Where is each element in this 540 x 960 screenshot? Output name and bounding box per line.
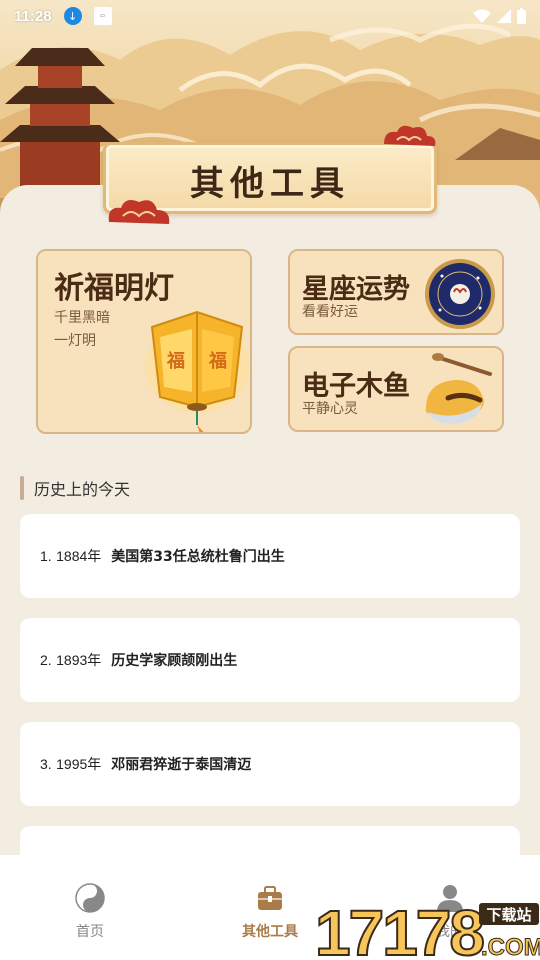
history-index: 1. — [40, 548, 52, 564]
zodiac-wheel-icon — [425, 259, 495, 329]
history-heading: 历史上的今天 — [34, 480, 131, 499]
history-section-header: 历史上的今天 — [20, 476, 130, 500]
lantern-char-right: 福 — [208, 350, 227, 372]
download-notification-icon: ↓ — [63, 7, 82, 25]
history-item[interactable]: 1. 1884年 美国第33任总统杜鲁门出生 — [20, 514, 520, 598]
wooden-fish-icon — [425, 353, 492, 424]
lamp-tool-card[interactable]: 祈福明灯 千里黑暗 一灯明 福 福 — [36, 249, 252, 434]
svg-text:下载站: 下载站 — [486, 906, 531, 924]
battery-icon — [517, 8, 526, 24]
tab-home[interactable]: 首页 — [45, 883, 135, 941]
lantern-icon: 福 福 — [145, 310, 249, 432]
history-event: 邓丽君猝逝于泰国清迈 — [111, 757, 252, 773]
status-bar: 11:28 ↓ ▭ — [0, 0, 540, 32]
cloud-ornament-icon — [108, 200, 170, 224]
site-watermark-logo: 17178 下载站 .COM — [315, 897, 540, 960]
svg-text:17178: 17178 — [315, 897, 483, 960]
yin-yang-icon — [75, 883, 105, 913]
lamp-subtitle-line2: 一灯明 — [54, 333, 96, 349]
lamp-title: 祈福明灯 — [54, 271, 174, 306]
woodfish-subtitle: 平静心灵 — [302, 401, 358, 417]
history-event: 美国第33任总统杜鲁门出生 — [111, 549, 285, 565]
history-event: 历史学家顾颉刚出生 — [111, 653, 238, 669]
tab-home-label: 首页 — [76, 924, 104, 940]
horoscope-tool-card[interactable]: 星座运势 看看好运 — [288, 249, 504, 335]
wifi-icon — [473, 9, 491, 23]
history-index: 2. — [40, 652, 52, 668]
tab-other-tools-label: 其他工具 — [242, 924, 298, 940]
history-year: 1884年 — [56, 548, 102, 564]
woodfish-tool-card[interactable]: 电子木鱼 平静心灵 — [288, 346, 504, 432]
status-time: 11:28 — [14, 7, 52, 25]
section-accent-bar — [20, 476, 24, 500]
page-title-banner: 其他工具 — [97, 125, 443, 224]
lamp-subtitle-line1: 千里黑暗 — [54, 310, 110, 326]
toolbox-icon — [258, 886, 282, 910]
history-item-partial[interactable] — [20, 826, 520, 856]
tab-other-tools[interactable]: 其他工具 — [225, 883, 315, 941]
svg-text:.COM: .COM — [481, 934, 540, 960]
app-notification-icon: ▭ — [93, 7, 112, 25]
horoscope-subtitle: 看看好运 — [302, 304, 358, 320]
cloud-ornament-icon — [384, 125, 436, 146]
lamp-subtitle: 千里黑暗 一灯明 — [54, 307, 124, 353]
history-item[interactable]: 3. 1995年 邓丽君猝逝于泰国清迈 — [20, 722, 520, 806]
lantern-char-left: 福 — [166, 350, 185, 372]
history-year: 1995年 — [56, 756, 102, 772]
history-year: 1893年 — [56, 652, 102, 668]
history-item[interactable]: 2. 1893年 历史学家顾颉刚出生 — [20, 618, 520, 702]
history-index: 3. — [40, 756, 52, 772]
signal-icon — [497, 9, 511, 23]
